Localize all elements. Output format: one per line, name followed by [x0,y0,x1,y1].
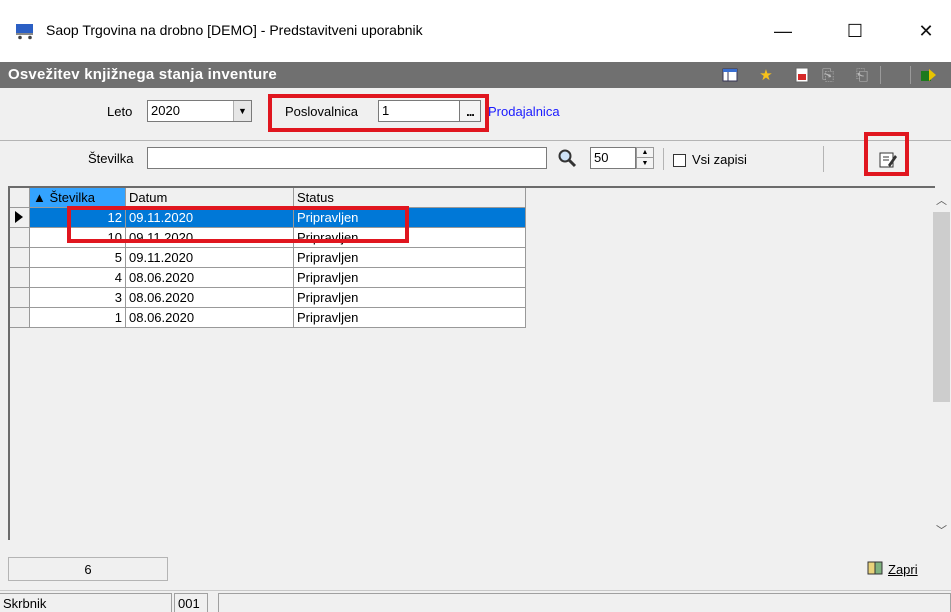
cell-status[interactable]: Pripravljen [294,248,526,268]
vsi-zapisi-checkbox[interactable] [673,154,686,167]
window-title: Saop Trgovina na drobno [DEMO] - Predsta… [46,22,423,38]
toolbar-separator [823,146,824,172]
column-header-stevilka[interactable]: ▲ Številka [30,188,126,208]
poslovalnica-label: Poslovalnica [285,104,358,119]
cell-stevilka[interactable]: 3 [30,288,126,308]
cell-status[interactable]: Pripravljen [294,228,526,248]
toolbar-separator [663,148,664,170]
limit-input[interactable]: 50 [590,147,636,169]
scroll-up-icon[interactable]: ︿ [932,190,951,210]
book-close-icon [866,559,884,580]
copy-icon[interactable]: ⎘ [818,65,838,85]
grid-settings-icon[interactable] [720,65,740,85]
cell-datum[interactable]: 08.06.2020 [126,268,294,288]
poslovalnica-value: 1 [382,103,390,118]
scrollbar-thumb[interactable] [933,212,950,402]
vsi-zapisi-label: Vsi zapisi [692,152,747,167]
row-divider [0,140,951,141]
stevilka-search-input[interactable] [147,147,547,169]
exit-icon[interactable] [918,65,938,85]
edit-icon[interactable] [878,150,898,173]
cell-stevilka[interactable]: 10 [30,228,126,248]
cell-status[interactable]: Pripravljen [294,288,526,308]
close-button[interactable]: Zapri [866,557,918,581]
leto-value: 2020 [151,103,180,118]
form-caption-bar: Osvežitev knjižnega stanja inventure ★ ⎘… [0,62,951,88]
cell-stevilka[interactable]: 1 [30,308,126,328]
column-header-datum[interactable]: Datum [126,188,294,208]
record-count: 6 [8,557,168,581]
status-code: 001 [174,593,208,612]
poslovalnica-input[interactable]: 1 [378,100,460,122]
pdf-export-icon[interactable] [792,65,812,85]
limit-stepper[interactable]: ▲ ▼ [636,147,654,169]
limit-value: 50 [594,150,609,165]
cell-stevilka[interactable]: 4 [30,268,126,288]
status-user: Skrbnik [0,593,172,612]
vertical-scrollbar[interactable]: ︿ ﹀ [932,188,951,542]
column-header-status[interactable]: Status [294,188,526,208]
row-pointer-icon [10,208,30,228]
poslovalnica-name-link[interactable]: Prodajalnica [488,104,560,119]
cell-status[interactable]: Pripravljen [294,268,526,288]
paste-icon[interactable]: ⎗ [852,65,872,85]
cell-status[interactable]: Pripravljen [294,208,526,228]
poslovalnica-lookup-button[interactable]: ... [459,100,481,122]
close-window-button[interactable]: ✕ [903,16,949,46]
scroll-down-icon[interactable]: ﹀ [932,520,951,540]
close-label: Zapri [888,561,918,577]
row-indicator [10,228,30,248]
toolbar-separator [910,66,911,84]
cell-datum[interactable]: 09.11.2020 [126,228,294,248]
documents-grid[interactable]: ▲ Številka Datum Status 12 09.11.2020 Prip… [8,186,935,540]
stepper-down-icon[interactable]: ▼ [637,158,653,168]
window-titlebar: Saop Trgovina na drobno [DEMO] - Predsta… [0,0,951,62]
minimize-button[interactable]: — [760,16,806,46]
toolbar-separator [880,66,881,84]
grid-corner [10,188,30,208]
status-message [218,593,951,612]
shopping-cart-icon [14,22,36,40]
stevilka-label: Številka [88,151,134,166]
leto-select[interactable]: 2020 ▼ [147,100,252,122]
cell-datum[interactable]: 08.06.2020 [126,288,294,308]
row-indicator [10,288,30,308]
cell-datum[interactable]: 09.11.2020 [126,248,294,268]
cell-stevilka[interactable]: 5 [30,248,126,268]
cell-datum[interactable]: 08.06.2020 [126,308,294,328]
cell-stevilka[interactable]: 12 [30,208,126,228]
row-indicator [10,268,30,288]
leto-label: Leto [107,104,133,119]
chevron-down-icon[interactable]: ▼ [233,101,251,121]
status-bar: Skrbnik 001 [0,590,951,612]
favorite-star-icon[interactable]: ★ [756,65,776,85]
cell-status[interactable]: Pripravljen [294,308,526,328]
maximize-button[interactable]: ☐ [832,16,878,46]
cell-datum[interactable]: 09.11.2020 [126,208,294,228]
row-indicator [10,248,30,268]
search-icon[interactable] [557,148,577,171]
stepper-up-icon[interactable]: ▲ [637,148,653,158]
row-indicator [10,308,30,328]
form-title: Osvežitev knjižnega stanja inventure [8,66,277,83]
